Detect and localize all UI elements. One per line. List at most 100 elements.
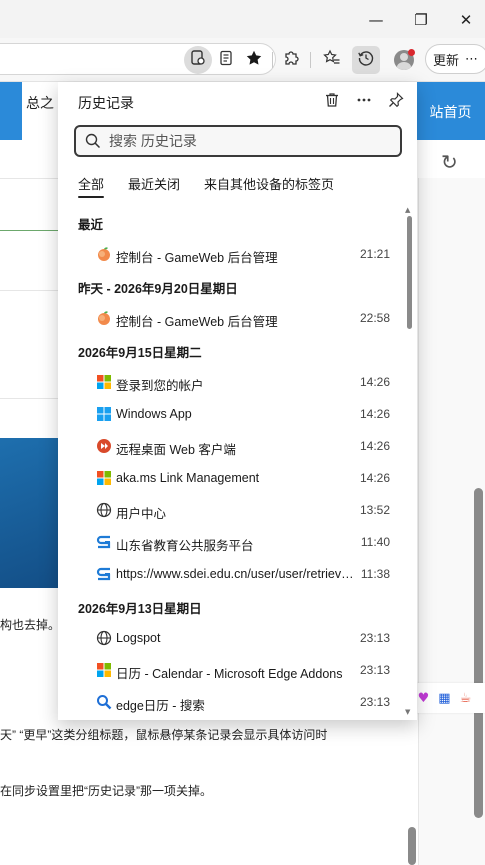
history-icon [357,49,375,72]
bing-search-icon [96,694,112,710]
history-item-time: 23:13 [359,695,390,709]
divider [0,290,58,291]
profile-button[interactable] [390,46,418,74]
globe-icon [96,630,112,646]
history-item-title: 山东省教育公共服务平台 [116,539,254,553]
history-panel: 历史记录 全部 最近关闭 来自其他设备的标签页 最近控制台 - GameWeb … [58,82,417,720]
more-options-button[interactable] [352,90,376,114]
history-item-title: 用户中心 [116,507,167,521]
microsoft-icon [96,662,112,678]
history-item-time: 11:40 [360,535,390,549]
emoji-icon[interactable]: ☕ [460,691,472,706]
puzzle-icon [282,49,300,72]
tab-recently-closed[interactable]: 最近关闭 [128,174,180,196]
page-scrollbar[interactable] [408,827,416,865]
close-window-button[interactable]: ✕ [454,8,478,32]
browser-toolbar: 更新 ⋯ [0,38,485,82]
skin-icon[interactable]: ♥ [418,691,430,706]
minimize-button[interactable]: — [364,8,388,32]
page-action-icon [189,49,207,72]
refresh-icon[interactable]: ↻ [441,150,458,174]
more-icon [356,92,372,113]
divider [0,178,58,179]
clear-history-button[interactable] [320,90,344,114]
windows-icon [96,406,112,422]
history-group-header: 2026年9月13日星期日 [78,602,202,616]
divider [0,230,58,231]
pin-icon [388,91,404,113]
maximize-button[interactable]: ❐ [409,8,433,32]
search-icon [85,133,101,154]
reading-view-button[interactable] [212,46,240,74]
scroll-down-arrow[interactable]: ▼ [405,708,413,716]
history-item-time: 14:26 [359,375,390,389]
history-item[interactable]: edge日历 - 搜索 23:13 [58,686,407,718]
history-item[interactable]: https://www.sdei.edu.cn/user/user/retrie… [58,558,407,590]
title-bar: — ❐ ✕ [0,0,485,38]
peach-icon [96,246,112,262]
document-icon [218,50,234,71]
history-item[interactable]: 用户中心 13:52 [58,494,407,526]
remote-desktop-icon [96,438,112,454]
history-item-title: Logspot [116,631,161,645]
history-item-time: 11:38 [360,567,390,581]
history-item-time: 13:52 [359,503,390,517]
history-item[interactable]: 控制台 - GameWeb 后台管理 22:58 [58,302,407,334]
history-item[interactable]: Windows App 14:26 [58,398,407,430]
history-item-title: 控制台 - GameWeb 后台管理 [116,251,278,265]
history-item[interactable]: Logspot 23:13 [58,622,407,654]
history-item-time: 14:26 [359,471,390,485]
history-search-input[interactable] [109,131,389,151]
history-tabs: 全部 最近关闭 来自其他设备的标签页 [78,174,358,198]
history-button[interactable] [352,46,380,74]
pin-panel-button[interactable] [384,90,408,114]
update-button[interactable]: 更新 ⋯ [425,44,485,74]
page-home-link[interactable]: 站首页 [416,82,485,140]
star-icon [245,49,263,72]
favorites-hub-button[interactable] [318,46,346,74]
history-item[interactable]: aka.ms Link Management 14:26 [58,462,407,494]
history-item[interactable]: 山东省教育公共服务平台 11:40 [58,526,407,558]
history-item-title: 控制台 - GameWeb 后台管理 [116,315,278,329]
divider [0,398,58,399]
toolbar-divider [310,52,311,68]
read-aloud-button[interactable] [184,46,212,74]
toolbar-divider [272,52,273,68]
page-text: 构也去掉。 [0,618,61,632]
history-item[interactable]: 日历 - Calendar - Microsoft Edge Addons 23:… [58,654,407,686]
update-label: 更新 [433,52,460,68]
history-item-title: Windows App [116,407,192,421]
tab-other-devices[interactable]: 来自其他设备的标签页 [204,174,334,196]
page-scrollbar[interactable] [474,488,483,818]
page-text: 在同步设置里把“历史记录”那一项关掉。 [0,784,212,798]
toolbox-icon[interactable]: ▦ [438,691,450,706]
scroll-up-arrow[interactable]: ▲ [405,206,413,214]
history-search-box[interactable] [74,125,402,157]
panel-scrollbar-thumb[interactable] [407,216,412,329]
history-item[interactable]: 登录到您的帐户 14:26 [58,366,407,398]
history-group-header: 昨天 - 2026年9月20日星期日 [78,282,238,296]
history-item-time: 14:26 [359,439,390,453]
page-tab-label[interactable]: 总之 [22,82,62,122]
more-icon: ⋯ [465,51,479,67]
history-item-time: 23:13 [359,663,390,677]
extensions-button[interactable] [277,46,305,74]
favorite-button[interactable] [240,46,268,74]
history-item-title: edge日历 - 搜索 [116,699,205,713]
history-item-time: 21:21 [359,247,390,261]
history-group-header: 最近 [78,218,104,232]
globe-icon [96,502,112,518]
history-item[interactable]: 控制台 - GameWeb 后台管理 21:21 [58,238,407,270]
history-item-title: 远程桌面 Web 客户端 [116,443,236,457]
panel-title: 历史记录 [78,95,134,111]
history-item-time: 22:58 [359,311,390,325]
history-item-title: 日历 - Calendar - Microsoft Edge Addons [116,667,343,681]
tab-all[interactable]: 全部 [78,174,105,198]
sdei-icon [96,534,112,550]
page-text: 天” “更早”这类分组标题，鼠标悬停某条记录会显示具体访问时 [0,728,328,742]
history-item[interactable]: 远程桌面 Web 客户端 14:26 [58,430,407,462]
microsoft-icon [96,470,112,486]
history-list: 最近控制台 - GameWeb 后台管理 21:21 昨天 - 2026年9月20日… [58,206,407,720]
history-group-header: 2026年9月15日星期二 [78,346,202,360]
history-item-title: 登录到您的帐户 [116,379,204,393]
